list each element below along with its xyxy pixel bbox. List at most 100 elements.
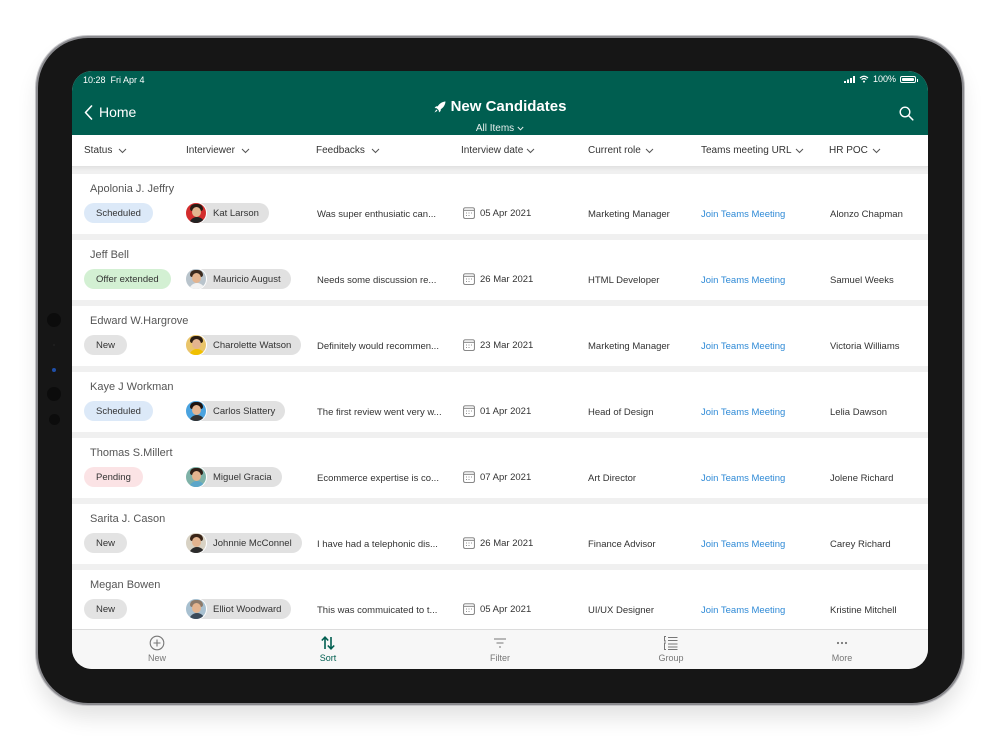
avatar bbox=[185, 466, 207, 488]
interview-date: 05 Apr 2021 bbox=[463, 603, 531, 615]
avatar bbox=[185, 598, 207, 620]
interviewer-name: Johnnie McConnel bbox=[213, 537, 292, 549]
date-text: 01 Apr 2021 bbox=[480, 405, 532, 417]
interviewer-chip[interactable]: Elliot Woodward bbox=[185, 598, 292, 620]
date-text: 05 Apr 2021 bbox=[480, 207, 532, 219]
rocket-icon bbox=[434, 101, 446, 112]
date-text: 26 Mar 2021 bbox=[480, 273, 534, 285]
interview-date: 07 Apr 2021 bbox=[463, 471, 531, 483]
interviewer-chip[interactable]: Kat Larson bbox=[185, 202, 269, 224]
interviewer-chip[interactable]: Charolette Watson bbox=[185, 334, 302, 356]
column-header-interview-date[interactable]: Interview date bbox=[461, 145, 535, 156]
interview-date: 26 Mar 2021 bbox=[463, 273, 533, 285]
chevron-down-icon bbox=[795, 148, 803, 153]
calendar-icon bbox=[463, 207, 475, 219]
hr-poc: Carey Richard bbox=[830, 539, 891, 550]
interview-date: 26 Mar 2021 bbox=[463, 537, 533, 549]
feedback-text: Definitely would recommen... bbox=[317, 341, 439, 352]
status-badge: New bbox=[84, 533, 128, 553]
plus-circle-icon bbox=[149, 635, 165, 651]
avatar bbox=[185, 202, 207, 224]
bottom-toolbar: New Sort Filter Group More bbox=[72, 629, 928, 669]
interview-date: 05 Apr 2021 bbox=[463, 207, 531, 219]
current-role: Marketing Manager bbox=[588, 341, 670, 352]
column-label: Interviewer bbox=[186, 145, 235, 156]
signal-icon bbox=[843, 75, 855, 83]
toolbar-label: Sort bbox=[319, 653, 337, 663]
interviewer-chip[interactable]: Johnnie McConnel bbox=[185, 532, 302, 554]
interviewer-name: Carlos Slattery bbox=[213, 405, 276, 417]
join-teams-meeting-link[interactable]: Join Teams Meeting bbox=[701, 605, 785, 616]
chevron-down-icon bbox=[526, 148, 535, 153]
date-text: 23 Mar 2021 bbox=[480, 339, 534, 351]
current-role: UI/UX Designer bbox=[588, 605, 654, 616]
table-row[interactable]: Sarita J. Cason New Johnnie McConnel I h… bbox=[72, 504, 928, 564]
column-header-feedbacks[interactable]: Feedbacks bbox=[316, 145, 380, 156]
toolbar-more-button[interactable]: More bbox=[812, 635, 872, 663]
join-teams-meeting-link[interactable]: Join Teams Meeting bbox=[701, 209, 785, 220]
hr-poc: Alonzo Chapman bbox=[830, 209, 903, 220]
more-icon bbox=[836, 641, 848, 645]
calendar-icon bbox=[463, 537, 475, 549]
table-row[interactable]: Kaye J Workman Scheduled Carlos Slattery… bbox=[72, 372, 928, 432]
table-row[interactable]: Thomas S.Millert Pending Miguel Gracia E… bbox=[72, 438, 928, 498]
chevron-down-icon bbox=[517, 126, 524, 131]
feedback-text: I have had a telephonic dis... bbox=[317, 539, 438, 550]
column-header-hr-poc[interactable]: HR POC bbox=[829, 145, 881, 156]
interview-date: 23 Mar 2021 bbox=[463, 339, 533, 351]
table-row[interactable]: Jeff Bell Offer extended Mauricio August… bbox=[72, 240, 928, 300]
battery-percent: 100% bbox=[872, 74, 896, 84]
feedback-text: This was commuicated to t... bbox=[317, 605, 438, 616]
feedback-text: Ecommerce expertise is co... bbox=[317, 473, 439, 484]
battery-level bbox=[902, 77, 914, 81]
date-text: 26 Mar 2021 bbox=[480, 537, 534, 549]
feedback-text: The first review went very w... bbox=[317, 407, 442, 418]
join-teams-meeting-link[interactable]: Join Teams Meeting bbox=[701, 539, 785, 550]
calendar-icon bbox=[463, 405, 475, 417]
hr-poc: Victoria Williams bbox=[830, 341, 900, 352]
feedback-text: Needs some discussion re... bbox=[317, 275, 437, 286]
join-teams-meeting-link[interactable]: Join Teams Meeting bbox=[701, 407, 785, 418]
hr-poc: Samuel Weeks bbox=[830, 275, 894, 286]
camera-sensor bbox=[47, 387, 61, 401]
join-teams-meeting-link[interactable]: Join Teams Meeting bbox=[701, 341, 785, 352]
interviewer-chip[interactable]: Miguel Gracia bbox=[185, 466, 282, 488]
status-bar-right: 100% bbox=[843, 74, 918, 84]
status-badge: New bbox=[84, 335, 128, 355]
column-header-status[interactable]: Status bbox=[84, 145, 127, 156]
candidate-name: Kaye J Workman bbox=[90, 381, 174, 393]
column-header-interviewer[interactable]: Interviewer bbox=[186, 145, 250, 156]
interviewer-chip[interactable]: Mauricio August bbox=[185, 268, 291, 290]
time-text: 10:28 bbox=[83, 75, 106, 85]
join-teams-meeting-link[interactable]: Join Teams Meeting bbox=[701, 473, 785, 484]
toolbar-filter-button[interactable]: Filter bbox=[470, 635, 530, 663]
date-text: 05 Apr 2021 bbox=[480, 603, 532, 615]
toolbar-sort-button[interactable]: Sort bbox=[298, 635, 358, 663]
view-selector[interactable]: All Items bbox=[476, 123, 524, 134]
toolbar-new-button[interactable]: New bbox=[127, 635, 187, 663]
candidate-name: Megan Bowen bbox=[90, 579, 161, 591]
interviewer-chip[interactable]: Carlos Slattery bbox=[185, 400, 286, 422]
toolbar-group-button[interactable]: Group bbox=[641, 635, 701, 663]
candidate-name: Thomas S.Millert bbox=[90, 447, 173, 459]
column-header-current-role[interactable]: Current role bbox=[588, 145, 654, 156]
join-teams-meeting-link[interactable]: Join Teams Meeting bbox=[701, 275, 785, 286]
app-header: 10:28 Fri Apr 4 100% Home New Candidates… bbox=[72, 71, 928, 135]
interview-date: 01 Apr 2021 bbox=[463, 405, 531, 417]
table-row[interactable]: Apolonia J. Jeffry Scheduled Kat Larson … bbox=[72, 174, 928, 234]
column-label: Teams meeting URL bbox=[701, 145, 792, 156]
status-badge: Scheduled bbox=[84, 401, 153, 421]
column-label: HR POC bbox=[829, 145, 868, 156]
search-button[interactable] bbox=[899, 106, 914, 126]
table-row[interactable]: Megan Bowen New Elliot Woodward This was… bbox=[72, 570, 928, 630]
avatar bbox=[185, 532, 207, 554]
hr-poc: Kristine Mitchell bbox=[830, 605, 897, 616]
current-role: HTML Developer bbox=[588, 275, 660, 286]
candidate-name: Jeff Bell bbox=[90, 249, 129, 261]
column-header-teams-url[interactable]: Teams meeting URL bbox=[701, 145, 804, 156]
battery-icon bbox=[900, 75, 918, 83]
page-title: New Candidates bbox=[434, 98, 566, 115]
table-row[interactable]: Edward W.Hargrove New Charolette Watson … bbox=[72, 306, 928, 366]
feedback-text: Was super enthusiatic can... bbox=[317, 209, 436, 220]
wifi-icon bbox=[859, 75, 869, 83]
